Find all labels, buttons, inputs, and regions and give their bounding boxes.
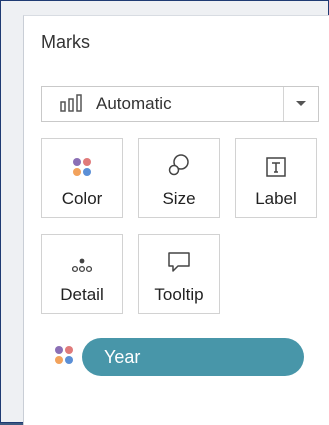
size-card[interactable]: Size xyxy=(138,138,220,218)
tooltip-icon xyxy=(167,239,191,273)
marks-panel-frame: Marks Automatic Color Size Label Detail … xyxy=(0,0,329,425)
year-pill-label: Year xyxy=(104,346,141,367)
size-card-label: Size xyxy=(162,189,196,208)
dropdown-arrow-button[interactable] xyxy=(283,87,318,121)
label-card-label: Label xyxy=(255,189,297,208)
detail-card[interactable]: Detail xyxy=(41,234,123,314)
detail-card-label: Detail xyxy=(60,285,104,304)
text-label-icon xyxy=(266,143,286,177)
color-card[interactable]: Color xyxy=(41,138,123,218)
year-field-pill[interactable]: Year xyxy=(82,338,304,376)
tooltip-card-label: Tooltip xyxy=(154,285,204,304)
color-shelf-row: Year xyxy=(54,338,304,376)
size-icon xyxy=(168,143,190,177)
mark-type-dropdown[interactable]: Automatic xyxy=(41,86,319,122)
marks-card: Marks Automatic Color Size Label Detail … xyxy=(23,15,329,425)
detail-icon xyxy=(72,239,92,273)
mark-type-value: Automatic xyxy=(96,94,172,113)
bar-chart-icon xyxy=(60,94,88,112)
color-encoding-icon xyxy=(54,345,74,370)
marks-title: Marks xyxy=(41,32,90,52)
chevron-down-icon xyxy=(296,101,306,106)
color-card-label: Color xyxy=(61,189,103,208)
label-card[interactable]: Label xyxy=(235,138,317,218)
tooltip-card[interactable]: Tooltip xyxy=(138,234,220,314)
color-icon xyxy=(72,143,92,177)
